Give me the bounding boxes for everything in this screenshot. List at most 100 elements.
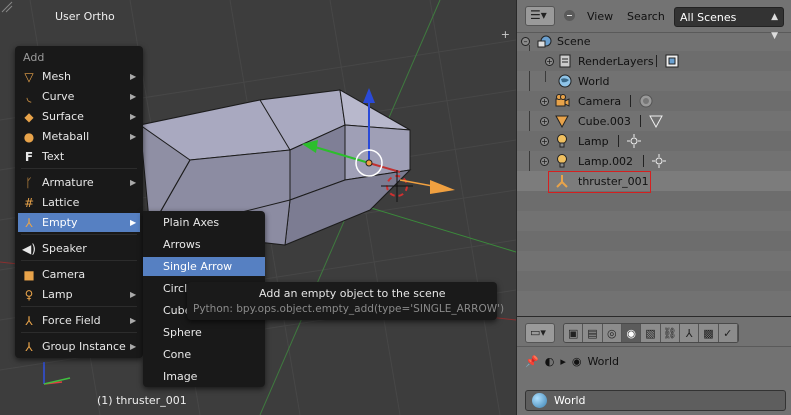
expand-icon[interactable]: + (540, 97, 549, 106)
expand-icon[interactable]: + (545, 57, 554, 66)
menu-item-curve[interactable]: ◟ Curve ▶ (18, 87, 140, 106)
submenu-item-cone[interactable]: Cone (143, 345, 265, 364)
lamp-data-icon[interactable] (626, 133, 642, 149)
row-label: Lamp (578, 135, 609, 148)
tooltip-python: Python: bpy.ops.object.empty_add(type='S… (193, 303, 505, 315)
text-icon: F (24, 149, 34, 164)
menu-item-surface[interactable]: ◆ Surface ▶ (18, 107, 140, 126)
menu-item-lattice[interactable]: # Lattice (18, 193, 140, 212)
speaker-icon: ◀) (22, 241, 36, 256)
menu-item-speaker[interactable]: ◀) Speaker (18, 239, 140, 258)
editor-type-button[interactable]: ☰▾ (525, 6, 555, 26)
viewport-active-object: (1) thruster_001 (97, 394, 187, 407)
outliner-empty-row (517, 191, 791, 211)
menu-search[interactable]: Search (627, 10, 665, 23)
render-tab-icon[interactable]: ▣ (564, 324, 584, 342)
collapse-icon[interactable]: – (521, 37, 530, 46)
render-layers-tab-icon[interactable]: ▤ (583, 324, 603, 342)
menu-item-metaball[interactable]: ● Metaball ▶ (18, 127, 140, 146)
mesh-data-icon[interactable] (648, 113, 664, 129)
world-datablock-field[interactable]: World (525, 390, 786, 411)
properties-header: ▭▾ ▣ ▤ ◎ ◉ ▧ ⛓ ⅄ ▩ ✓ (517, 317, 791, 347)
properties-editor[interactable]: ▭▾ ▣ ▤ ◎ ◉ ▧ ⛓ ⅄ ▩ ✓ 📌 ◐ ▸ ◉ World World (516, 316, 791, 415)
menu-item-empty[interactable]: ⅄ Empty ▶ (18, 213, 140, 232)
menu-item-label: Armature (42, 176, 94, 189)
lattice-icon: # (23, 195, 35, 210)
submenu-item-plain-axes[interactable]: Plain Axes (143, 213, 265, 232)
menu-separator (21, 332, 137, 333)
outliner-row-scene[interactable]: – Scene (517, 31, 791, 51)
viewport-title: User Ortho (55, 10, 115, 23)
area-corner-icon[interactable] (0, 0, 14, 14)
display-mode-select[interactable]: All Scenes ▲ ▼ (674, 7, 784, 41)
row-label: Scene (557, 35, 591, 48)
mesh-object-icon (554, 113, 570, 129)
outliner-row-renderlayers[interactable]: + RenderLayers (517, 51, 791, 71)
menu-item-label: Force Field (42, 314, 101, 327)
physics-tab-icon[interactable]: ✓ (718, 324, 738, 342)
object-data-tab-icon[interactable]: ⅄ (679, 324, 700, 342)
single-arrow-empty[interactable] (399, 179, 455, 194)
surface-icon: ◆ (24, 109, 34, 124)
menu-item-label: Text (42, 150, 65, 163)
lamp-data-icon[interactable] (651, 153, 667, 169)
outliner-row-lamp[interactable]: + Lamp (517, 131, 791, 151)
selection-highlight-box (548, 171, 651, 193)
collapse-menus-icon[interactable] (564, 10, 575, 21)
row-separator (656, 55, 657, 67)
menu-item-camera[interactable]: ■ Camera (18, 265, 140, 284)
menu-view[interactable]: View (587, 10, 613, 23)
breadcrumb-world: World (587, 355, 619, 368)
expand-icon[interactable]: + (540, 137, 549, 146)
menu-item-text[interactable]: F Text (18, 147, 140, 166)
submenu-item-image[interactable]: Image (143, 367, 265, 386)
texture-tab-icon[interactable]: ▩ (699, 324, 719, 342)
lamp-object-icon (554, 153, 570, 169)
row-separator (618, 135, 619, 147)
row-label: World (578, 75, 610, 88)
context-tabs: ▣ ▤ ◎ ◉ ▧ ⛓ ⅄ ▩ ✓ (563, 323, 739, 343)
menu-item-label: Speaker (42, 242, 87, 255)
expand-icon[interactable]: + (540, 157, 549, 166)
render-layer-data-icon[interactable] (664, 53, 680, 69)
row-label: RenderLayers (578, 55, 654, 68)
outliner-row-camera[interactable]: + Camera (517, 91, 791, 111)
submenu-item-single-arrow[interactable]: Single Arrow (143, 257, 265, 276)
menu-item-force-field[interactable]: ⅄ Force Field ▶ (18, 311, 140, 330)
camera-object-icon (554, 93, 570, 109)
outliner-row-lamp002[interactable]: + Lamp.002 (517, 151, 791, 171)
outliner[interactable]: ☰▾ View Search All Scenes ▲ ▼ – Scene + R… (516, 0, 791, 316)
world-context-icon: ◉ (571, 355, 582, 368)
outliner-row-cube003[interactable]: + Cube.003 (517, 111, 791, 131)
add-menu-title: Add (23, 51, 45, 64)
submenu-item-sphere[interactable]: Sphere (143, 323, 265, 342)
menu-item-group-instance[interactable]: ⅄ Group Instance ▶ (18, 337, 140, 356)
3d-viewport[interactable]: User Ortho + (1) thruster_001 Add ▽ Mesh… (0, 0, 516, 415)
viewport-plus-icon[interactable]: + (501, 28, 510, 41)
submenu-arrow-icon: ▶ (130, 132, 137, 141)
world-tab-icon[interactable]: ◉ (621, 324, 642, 342)
properties-editor-type-button[interactable]: ▭▾ (525, 323, 555, 343)
object-tab-icon[interactable]: ▧ (641, 324, 661, 342)
scene-tab-icon[interactable]: ◎ (602, 324, 622, 342)
force-field-icon: ⅄ (25, 313, 33, 328)
menu-separator (21, 168, 137, 169)
menu-separator (21, 260, 137, 261)
submenu-arrow-icon: ▶ (130, 316, 137, 325)
tooltip: Add an empty object to the scene Python:… (187, 282, 504, 320)
scene-context-icon: ◐ (544, 355, 555, 368)
expand-icon[interactable]: + (540, 117, 549, 126)
constraints-tab-icon[interactable]: ⛓ (660, 324, 680, 342)
world-globe-icon (532, 393, 547, 408)
pin-icon[interactable]: 📌 (525, 355, 539, 368)
menu-item-mesh[interactable]: ▽ Mesh ▶ (18, 67, 140, 86)
outliner-row-world[interactable]: World (517, 71, 791, 91)
menu-item-lamp[interactable]: ♀ Lamp ▶ (18, 285, 140, 304)
camera-data-icon[interactable] (638, 93, 654, 109)
empty-icon: ⅄ (25, 215, 33, 230)
submenu-arrow-icon: ▶ (130, 218, 137, 227)
submenu-item-arrows[interactable]: Arrows (143, 235, 265, 254)
metaball-icon: ● (23, 129, 35, 144)
armature-icon: ᚴ (25, 175, 33, 190)
menu-item-armature[interactable]: ᚴ Armature ▶ (18, 173, 140, 192)
